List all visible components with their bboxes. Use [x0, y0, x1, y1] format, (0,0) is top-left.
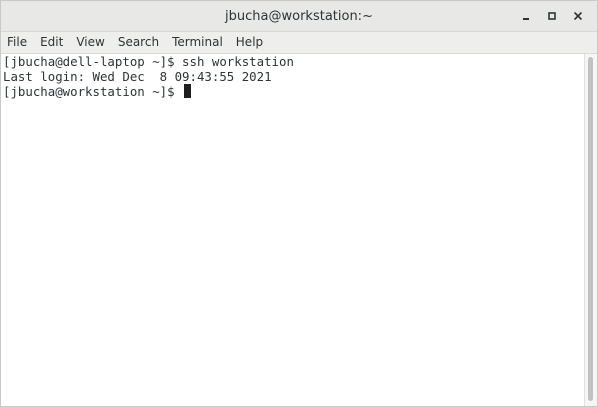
terminal-window: jbucha@workstation:~ File Edit View Sear… [0, 0, 598, 407]
prompt-text: [jbucha@workstation ~]$ [3, 84, 183, 100]
terminal-prompt-line: [jbucha@workstation ~]$ [3, 84, 585, 100]
minimize-button[interactable] [513, 5, 539, 27]
close-button[interactable] [565, 5, 591, 27]
text-cursor [184, 84, 192, 99]
maximize-icon [548, 12, 556, 20]
menu-bar: File Edit View Search Terminal Help [1, 32, 597, 54]
menu-help[interactable]: Help [230, 32, 270, 53]
vertical-scrollbar[interactable] [584, 54, 597, 406]
terminal-line: Last login: Wed Dec 8 09:43:55 2021 [3, 68, 272, 84]
minimize-icon [523, 18, 529, 20]
close-icon [574, 12, 582, 20]
terminal-line: [jbucha@dell-laptop ~]$ ssh workstation [3, 54, 294, 69]
menu-search[interactable]: Search [112, 32, 166, 53]
menu-view[interactable]: View [70, 32, 111, 53]
title-bar[interactable]: jbucha@workstation:~ [1, 1, 597, 32]
window-controls [513, 1, 591, 31]
menu-file[interactable]: File [1, 32, 34, 53]
terminal-output[interactable]: [jbucha@dell-laptop ~]$ ssh workstation … [1, 54, 585, 406]
window-title: jbucha@workstation:~ [225, 8, 373, 24]
menu-edit[interactable]: Edit [34, 32, 70, 53]
maximize-button[interactable] [539, 5, 565, 27]
menu-terminal[interactable]: Terminal [166, 32, 230, 53]
scrollbar-thumb[interactable] [588, 57, 593, 401]
